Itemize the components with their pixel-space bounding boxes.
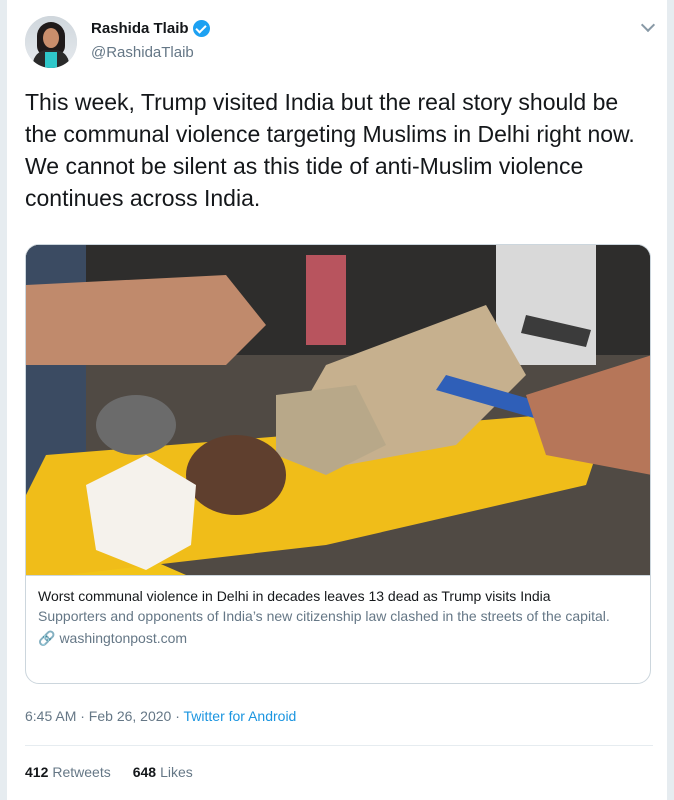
tweet-timestamp[interactable]: 6:45 AM · Feb 26, 2020 ·: [25, 708, 184, 724]
tweet-text: This week, Trump visited India but the r…: [25, 89, 635, 211]
avatar-face: [43, 28, 59, 48]
card-domain-row[interactable]: 🔗 washingtonpost.com: [38, 628, 638, 648]
display-name[interactable]: Rashida Tlaib: [91, 20, 189, 37]
news-photo-illustration: [26, 245, 650, 575]
divider: [25, 745, 653, 746]
likes-count: 648: [132, 764, 157, 780]
tweet-meta: 6:45 AM · Feb 26, 2020 · Twitter for And…: [25, 708, 296, 724]
link-card[interactable]: Worst communal violence in Delhi in deca…: [25, 244, 651, 684]
likes-label: Likes: [160, 764, 193, 780]
right-person-shirt: [496, 245, 596, 365]
tweet-stats: 412 Retweets 648 Likes: [25, 764, 193, 780]
retweets-label: Retweets: [52, 764, 111, 780]
tweet: Rashida Tlaib @RashidaTlaib This week, T…: [6, 0, 668, 800]
card-photo: [26, 245, 650, 575]
card-domain[interactable]: washingtonpost.com: [59, 628, 187, 648]
link-icon: 🔗: [38, 630, 56, 646]
avatar-top: [45, 52, 57, 68]
background-person: [306, 255, 346, 345]
chevron-down-icon[interactable]: [640, 17, 656, 33]
card-description: Supporters and opponents of India’s new …: [38, 608, 610, 624]
card-title[interactable]: Worst communal violence in Delhi in deca…: [38, 586, 638, 606]
tweet-source-app[interactable]: Twitter for Android: [184, 708, 297, 724]
likes-stat[interactable]: 648 Likes: [133, 764, 193, 780]
name-row[interactable]: Rashida Tlaib: [91, 20, 210, 37]
verified-badge-icon: [192, 20, 210, 37]
username-handle[interactable]: @RashidaTlaib: [91, 44, 194, 61]
injured-man-head: [186, 435, 286, 515]
bag: [96, 395, 176, 455]
avatar[interactable]: [25, 16, 77, 68]
helper-arm: [26, 275, 266, 365]
card-body: Worst communal violence in Delhi in deca…: [26, 575, 650, 683]
retweets-stat[interactable]: 412 Retweets: [25, 764, 111, 780]
retweets-count: 412: [25, 764, 49, 780]
